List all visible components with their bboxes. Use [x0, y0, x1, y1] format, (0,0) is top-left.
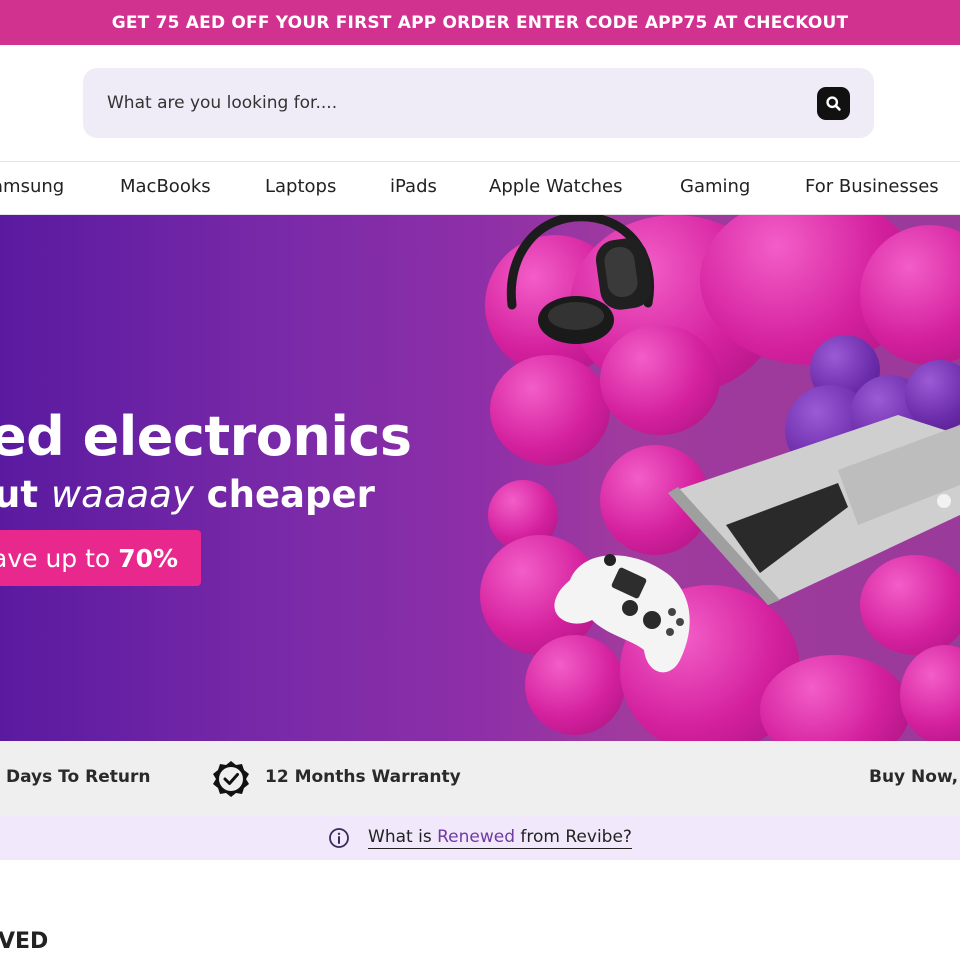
features-strip: Days To Return 12 Months Warranty Buy No…: [0, 741, 960, 816]
verified-badge-icon: [213, 761, 249, 797]
info-link-prefix: What is: [368, 827, 432, 847]
hero-subheadline: ut waaaay cheaper: [0, 473, 375, 516]
laptop-icon: [668, 415, 960, 605]
hero-savings-badge[interactable]: ave up to 70%: [0, 530, 201, 586]
nav-item-for-businesses[interactable]: For Businesses: [805, 176, 939, 197]
hero-subheadline-suffix: cheaper: [206, 473, 375, 516]
hero-savings-value: 70%: [118, 543, 179, 573]
hero-headline: ed electronics: [0, 405, 412, 468]
category-nav: amsung MacBooks Laptops iPads Apple Watc…: [0, 161, 960, 215]
nav-item-ipads[interactable]: iPads: [390, 176, 437, 197]
search-button[interactable]: [817, 86, 850, 120]
feature-bnpl-text: Buy Now,: [869, 767, 959, 787]
search-icon: [826, 95, 841, 111]
game-controller-icon: [554, 554, 690, 673]
nav-item-macbooks[interactable]: MacBooks: [120, 176, 211, 197]
section-title: VED: [0, 929, 49, 954]
search-bar: [83, 68, 874, 138]
search-input[interactable]: [107, 93, 817, 113]
promo-text: GET 75 AED OFF YOUR FIRST APP ORDER ENTE…: [111, 12, 849, 33]
nav-item-gaming[interactable]: Gaming: [680, 176, 750, 197]
hero-subheadline-emphasis: waaaay: [50, 473, 194, 516]
decorative-blob: [490, 355, 610, 465]
promo-banner[interactable]: GET 75 AED OFF YOUR FIRST APP ORDER ENTE…: [0, 0, 960, 45]
nav-item-samsung[interactable]: amsung: [0, 176, 64, 197]
hero-savings-prefix: ave up to: [0, 543, 111, 573]
renewed-info-bar: What is Renewed from Revibe?: [0, 816, 960, 860]
hero-subheadline-prefix: ut: [0, 473, 39, 516]
info-link-suffix: from Revibe?: [520, 827, 632, 847]
info-link-accent: Renewed: [437, 827, 516, 847]
headphones-icon: [506, 215, 654, 344]
feature-warranty-text: 12 Months Warranty: [265, 767, 461, 787]
nav-item-laptops[interactable]: Laptops: [265, 176, 336, 197]
hero-banner[interactable]: ed electronics ut waaaay cheaper ave up …: [0, 215, 960, 741]
info-icon: [329, 828, 349, 848]
feature-return-text: Days To Return: [6, 767, 151, 787]
nav-item-apple-watches[interactable]: Apple Watches: [489, 176, 622, 197]
decorative-blob: [900, 645, 960, 741]
what-is-renewed-link[interactable]: What is Renewed from Revibe?: [368, 827, 632, 849]
